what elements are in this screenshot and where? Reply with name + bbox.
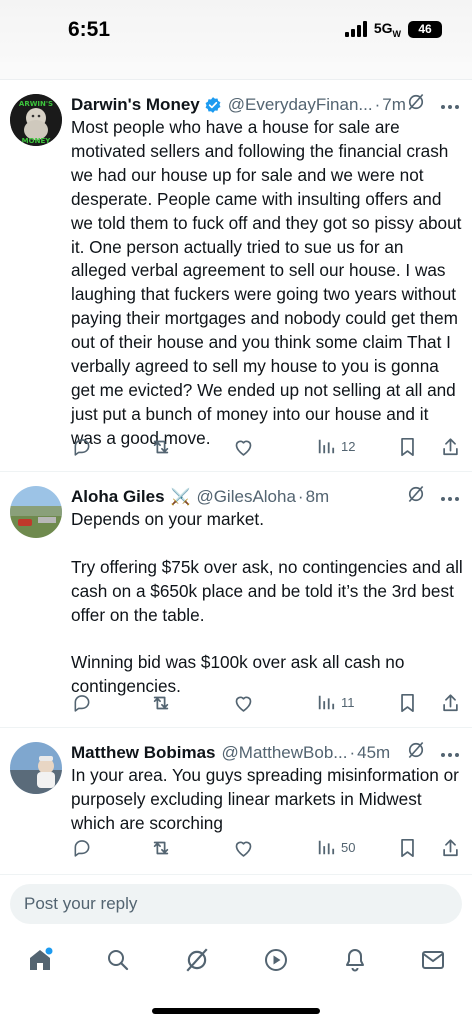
- signal-icon: [344, 21, 367, 38]
- header-fade: [0, 62, 472, 80]
- like-icon[interactable]: [233, 838, 254, 858]
- reply-placeholder: Post your reply: [24, 894, 138, 913]
- timestamp[interactable]: 7m: [382, 95, 406, 115]
- separator: ·: [297, 486, 304, 506]
- retweet-icon[interactable]: [150, 693, 172, 713]
- home-icon[interactable]: [25, 945, 55, 975]
- tweet-actions: 12: [72, 437, 462, 461]
- tweet-3[interactable]: Matthew Bobimas @MatthewBob... · 45m In …: [0, 728, 472, 874]
- tweet-text: In your area. You guys spreading misinfo…: [71, 765, 459, 833]
- tweet-actions: 50: [72, 838, 462, 862]
- bookmark-icon[interactable]: [399, 838, 416, 858]
- network-label: 5GW: [373, 20, 401, 39]
- header-icons: [406, 484, 460, 509]
- more-icon[interactable]: [440, 95, 460, 115]
- tweet-header: Aloha Giles ⚔️ @GilesAloha · 8m: [71, 484, 460, 509]
- verified-badge-icon: [204, 96, 222, 114]
- timestamp[interactable]: 45m: [357, 743, 390, 763]
- views-count: 50: [341, 839, 356, 855]
- home-indicator: [152, 1008, 320, 1014]
- avatar-image: [10, 742, 62, 794]
- svg-text:ARWIN'S: ARWIN'S: [19, 100, 53, 108]
- views-count: 12: [341, 438, 356, 454]
- tweet-header: Darwin's Money @EverydayFinan... · 7m: [71, 92, 460, 117]
- grok-icon[interactable]: [406, 92, 426, 117]
- handle[interactable]: @MatthewBob...: [222, 743, 348, 763]
- battery-icon: 46: [408, 20, 442, 38]
- timestamp[interactable]: 8m: [306, 487, 330, 507]
- status-bar: 6:51 5GW 46: [0, 0, 472, 62]
- views-count: 11: [341, 694, 355, 710]
- like-icon[interactable]: [233, 437, 254, 457]
- handle[interactable]: @EverydayFinan...: [228, 95, 373, 115]
- mail-icon[interactable]: [418, 945, 448, 975]
- search-icon[interactable]: [103, 945, 133, 975]
- grok-icon[interactable]: [406, 740, 426, 765]
- battery-level: 46: [418, 22, 432, 37]
- retweet-icon[interactable]: [150, 437, 172, 457]
- grok-icon[interactable]: [182, 945, 212, 975]
- views-icon: [317, 838, 335, 856]
- share-icon[interactable]: [441, 693, 460, 713]
- status-time: 6:51: [68, 18, 111, 41]
- tweet-text: Depends on your market. Try offering $75…: [71, 509, 463, 697]
- separator: ·: [349, 742, 356, 762]
- more-icon[interactable]: [440, 743, 460, 763]
- reply-icon[interactable]: [72, 838, 92, 858]
- avatar[interactable]: [10, 742, 62, 794]
- bookmark-icon[interactable]: [399, 693, 416, 713]
- crossed-swords-icon: ⚔️: [170, 488, 191, 506]
- share-icon[interactable]: [441, 437, 460, 457]
- views-button[interactable]: 12: [317, 437, 355, 455]
- handle[interactable]: @GilesAloha: [196, 487, 295, 507]
- grok-icon[interactable]: [406, 484, 426, 509]
- tweet-header: Matthew Bobimas @MatthewBob... · 45m: [71, 740, 460, 765]
- reply-icon[interactable]: [72, 437, 92, 457]
- header-icons: [406, 92, 460, 117]
- svg-text:MONEY: MONEY: [22, 137, 52, 145]
- avatar[interactable]: ARWIN'S MONEY: [10, 94, 62, 146]
- status-indicators: 5GW 46: [344, 20, 442, 39]
- reply-input[interactable]: Post your reply: [10, 884, 462, 924]
- tweet-text: Most people who have a house for sale ar…: [71, 117, 462, 448]
- divider: [0, 874, 472, 875]
- avatar-image: [10, 486, 62, 538]
- reply-icon[interactable]: [72, 693, 92, 713]
- like-icon[interactable]: [233, 693, 254, 713]
- tweet-1[interactable]: ARWIN'S MONEY Darwin's Money @EverydayFi…: [0, 80, 472, 472]
- tweet-2[interactable]: Aloha Giles ⚔️ @GilesAloha · 8m Depends …: [0, 472, 472, 728]
- share-icon[interactable]: [441, 838, 460, 858]
- display-name[interactable]: Matthew Bobimas: [71, 743, 216, 763]
- header-icons: [406, 740, 460, 765]
- play-icon[interactable]: [261, 945, 291, 975]
- views-icon: [317, 437, 335, 455]
- bottom-nav: [0, 940, 472, 980]
- retweet-icon[interactable]: [150, 838, 172, 858]
- display-name[interactable]: Darwin's Money: [71, 95, 200, 115]
- bookmark-icon[interactable]: [399, 437, 416, 457]
- views-button[interactable]: 11: [317, 693, 355, 711]
- more-icon[interactable]: [440, 487, 460, 507]
- avatar-image: ARWIN'S MONEY: [10, 94, 62, 146]
- separator: ·: [374, 94, 381, 114]
- views-button[interactable]: 50: [317, 838, 355, 856]
- views-icon: [317, 693, 335, 711]
- avatar[interactable]: [10, 486, 62, 538]
- display-name[interactable]: Aloha Giles: [71, 487, 165, 507]
- bell-icon[interactable]: [340, 945, 370, 975]
- tweet-actions: 11: [72, 693, 462, 717]
